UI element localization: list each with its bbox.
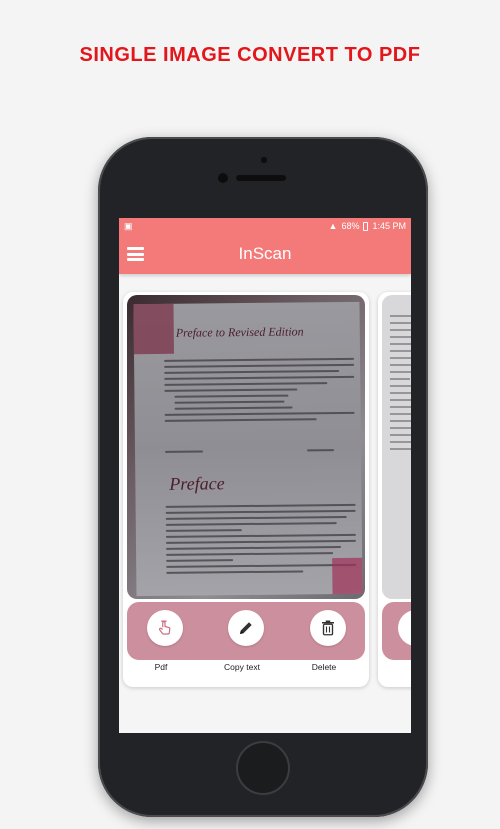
next-document-image[interactable]: [382, 295, 411, 599]
document-heading-2: Preface: [169, 473, 225, 494]
front-camera: [261, 157, 267, 163]
pdf-label: Pdf: [154, 662, 168, 672]
trash-icon: [322, 620, 334, 636]
speaker-grille: [236, 175, 286, 181]
gallery-notification-icon: ▣: [124, 220, 133, 231]
next-pdf-button[interactable]: [398, 610, 411, 646]
next-document-text: [390, 315, 411, 455]
camera-lens: [218, 173, 228, 183]
delete-button[interactable]: [310, 610, 346, 646]
app-screen: ▣ ▲ 68% 1:45 PM InScan Preface to Revise…: [119, 218, 411, 733]
status-time: 1:45 PM: [372, 221, 406, 231]
copy-text-button[interactable]: [228, 610, 264, 646]
card-action-bar: [127, 602, 365, 660]
document-tab-decoration: [133, 303, 174, 355]
document-text-block-1: [164, 357, 355, 426]
status-bar: ▣ ▲ 68% 1:45 PM: [119, 218, 411, 234]
document-paper: Preface to Revised Edition Preface: [133, 301, 363, 597]
copy-text-label: Copy text: [224, 662, 260, 672]
bottom-strip: [119, 703, 411, 733]
document-corner-decoration: [332, 557, 363, 595]
status-right: ▲ 68% 1:45 PM: [329, 221, 406, 231]
scan-card[interactable]: Preface to Revised Edition Preface Pdf C…: [123, 292, 369, 687]
document-text-block-2: [165, 503, 357, 578]
pdf-button[interactable]: [147, 610, 183, 646]
document-heading-1: Preface to Revised Edition: [175, 324, 304, 340]
hamburger-menu-icon[interactable]: [127, 247, 144, 261]
home-button[interactable]: [236, 741, 290, 795]
next-scan-card[interactable]: [378, 292, 411, 687]
hand-touch-icon: [158, 620, 171, 635]
signal-icon: ▲: [328, 221, 338, 231]
app-bar: InScan: [119, 234, 411, 274]
promo-headline: SINGLE IMAGE CONVERT TO PDF: [79, 44, 421, 66]
scanned-document-image[interactable]: Preface to Revised Edition Preface: [127, 295, 365, 599]
delete-label: Delete: [311, 662, 337, 672]
battery-icon: [363, 221, 369, 231]
document-date-line: [165, 442, 355, 462]
battery-percent: 68%: [341, 221, 360, 231]
app-title: InScan: [238, 244, 292, 263]
next-card-action-bar: [382, 602, 411, 660]
pencil-icon: [240, 622, 252, 634]
